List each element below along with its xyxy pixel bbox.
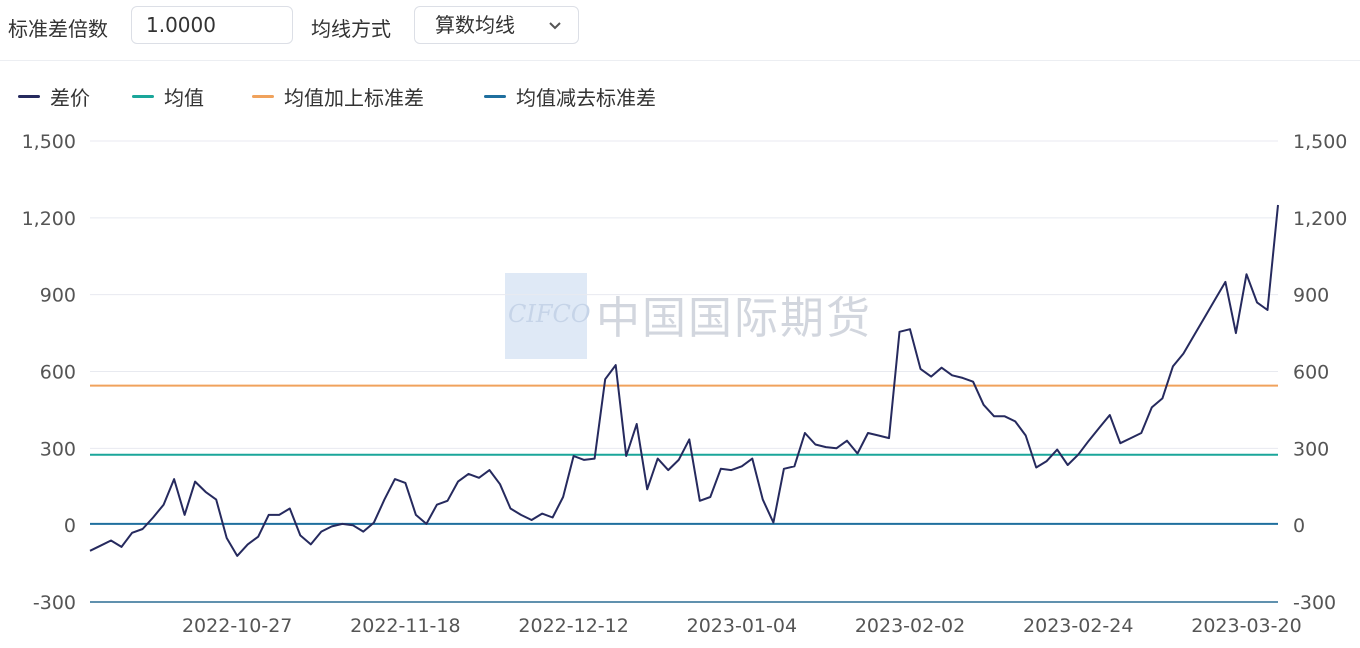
x-tick-label: 2022-10-27 <box>182 615 292 637</box>
x-tick-label: 2022-12-12 <box>518 615 628 637</box>
y-tick-label-left: 900 <box>40 285 76 307</box>
y-tick-label-right: 1,200 <box>1293 208 1347 230</box>
y-tick-label-left: 0 <box>64 515 76 537</box>
y-tick-label-right: 300 <box>1293 438 1329 460</box>
y-tick-label-left: -300 <box>33 592 76 614</box>
y-tick-label-left: 1,200 <box>22 208 76 230</box>
x-tick-label: 2023-03-20 <box>1191 615 1301 637</box>
y-tick-label-right: 1,500 <box>1293 131 1347 153</box>
y-tick-label-right: 600 <box>1293 362 1329 384</box>
y-tick-label-left: 300 <box>40 438 76 460</box>
x-tick-label: 2022-11-18 <box>350 615 460 637</box>
x-tick-label: 2023-01-04 <box>687 615 797 637</box>
x-tick-label: 2023-02-02 <box>855 615 965 637</box>
y-tick-label-left: 600 <box>40 362 76 384</box>
x-tick-label: 2023-02-24 <box>1023 615 1133 637</box>
spread-series-line <box>89 204 1279 557</box>
y-tick-label-left: 1,500 <box>22 131 76 153</box>
y-tick-label-right: -300 <box>1293 592 1336 614</box>
spread-chart: 1,500 1,500 1,200 1,200 900 900 600 600 300 300 0 0… <box>22 131 1348 637</box>
y-tick-label-right: 900 <box>1293 285 1329 307</box>
y-tick-label-right: 0 <box>1293 515 1305 537</box>
